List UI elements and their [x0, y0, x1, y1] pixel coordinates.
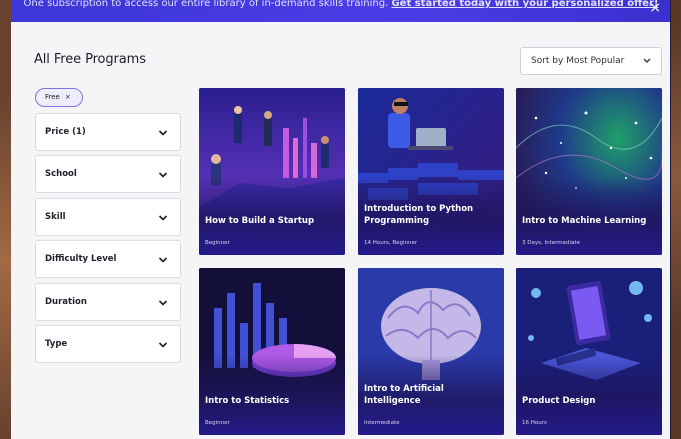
promo-banner-text: One subscription to access our entire li… [23, 0, 389, 9]
sort-dropdown[interactable]: Sort by Most Popular [520, 47, 662, 75]
filter-label: Type [45, 339, 68, 349]
chevron-down-icon [643, 48, 651, 85]
page-title: All Free Programs [34, 52, 146, 67]
active-filter-chip-label: Free [45, 93, 60, 101]
close-icon[interactable]: × [649, 1, 661, 15]
programs-catalog: One subscription to access our entire li… [11, 0, 671, 439]
card-title: Intro to Machine Learning [522, 216, 647, 226]
filter-label: Duration [45, 297, 87, 307]
filter-label: Difficulty Level [45, 254, 117, 264]
chevron-down-icon [158, 257, 168, 263]
card-meta: 16 Hours [522, 420, 547, 426]
filter-label: School [45, 169, 77, 179]
filter-price[interactable]: Price (1) [35, 113, 181, 151]
filter-difficulty-level[interactable]: Difficulty Level [35, 240, 181, 278]
card-meta: Intermediate [364, 420, 400, 426]
program-card-artificial-intelligence[interactable]: Intro to Artificial Intelligence Interme… [358, 268, 504, 435]
chevron-down-icon [158, 130, 168, 136]
program-card-startup[interactable]: How to Build a Startup Beginner [199, 88, 345, 255]
card-meta: Beginner [205, 240, 230, 246]
program-card-product-design[interactable]: Product Design 16 Hours [516, 268, 662, 435]
sort-dropdown-label: Sort by Most Popular [531, 56, 625, 66]
card-title: Introduction to Python Programming [364, 204, 474, 226]
promo-banner: One subscription to access our entire li… [11, 0, 670, 22]
card-title: How to Build a Startup [205, 216, 315, 226]
card-meta: 3 Days, Intermediate [522, 240, 580, 246]
filter-duration[interactable]: Duration [35, 283, 181, 321]
program-card-machine-learning[interactable]: Intro to Machine Learning 3 Days, Interm… [516, 88, 662, 255]
chevron-down-icon [158, 215, 168, 221]
chevron-down-icon [158, 342, 168, 348]
active-filter-chip[interactable]: Free × [35, 88, 83, 107]
filter-skill[interactable]: Skill [35, 198, 181, 236]
filter-school[interactable]: School [35, 155, 181, 193]
card-title: Intro to Artificial Intelligence [364, 384, 444, 406]
remove-filter-icon[interactable]: × [65, 93, 71, 101]
filter-label: Skill [45, 212, 66, 222]
chevron-down-icon [158, 172, 168, 178]
promo-banner-link[interactable]: Get started today with your personalized… [391, 0, 658, 9]
program-card-python[interactable]: Introduction to Python Programming 14 Ho… [358, 88, 504, 255]
program-card-statistics[interactable]: Intro to Statistics Beginner [199, 268, 345, 435]
card-title: Intro to Statistics [205, 396, 290, 406]
chevron-down-icon [158, 300, 168, 306]
card-meta: 14 Hours, Beginner [364, 240, 418, 246]
card-title: Product Design [522, 396, 596, 406]
card-meta: Beginner [205, 420, 230, 426]
filter-type[interactable]: Type [35, 325, 181, 363]
filter-label: Price (1) [45, 127, 86, 137]
